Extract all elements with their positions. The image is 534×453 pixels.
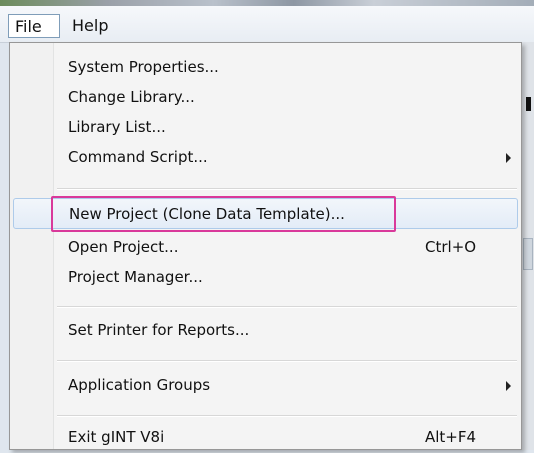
menu-item-label: Project Manager... — [68, 268, 203, 286]
menu-item-application-groups[interactable]: Application Groups — [13, 370, 518, 401]
menu-item-label: Change Library... — [68, 88, 195, 106]
menu-separator — [57, 306, 517, 308]
menu-separator — [57, 360, 517, 362]
menu-separator — [57, 188, 517, 190]
menu-item-shortcut: Alt+F4 — [425, 428, 477, 446]
menu-help[interactable]: Help — [66, 14, 114, 38]
background-control-fragment — [523, 238, 533, 270]
menu-item-label: Exit gINT V8i — [68, 428, 165, 446]
submenu-arrow-icon — [506, 381, 511, 391]
menu-item-exit[interactable]: Exit gINT V8i Alt+F4 — [13, 422, 518, 453]
menu-item-system-properties[interactable]: System Properties... — [13, 52, 518, 83]
submenu-arrow-icon — [506, 153, 511, 163]
menu-item-label: Command Script... — [68, 148, 208, 166]
menu-separator — [57, 415, 517, 417]
menu-item-set-printer[interactable]: Set Printer for Reports... — [13, 315, 518, 346]
menu-item-library-list[interactable]: Library List... — [13, 112, 518, 143]
menu-item-label: Library List... — [68, 118, 166, 136]
menu-item-label: Open Project... — [68, 238, 179, 256]
menu-item-label: Set Printer for Reports... — [68, 321, 250, 339]
menu-item-project-manager[interactable]: Project Manager... — [13, 262, 518, 293]
file-menu-dropdown: System Properties... Change Library... L… — [9, 42, 522, 450]
background-window-edge — [522, 42, 534, 450]
menu-item-shortcut: Ctrl+O — [425, 238, 477, 256]
menu-item-change-library[interactable]: Change Library... — [13, 82, 518, 113]
menu-item-label: Application Groups — [68, 376, 211, 394]
menu-item-label: New Project (Clone Data Template)... — [69, 205, 345, 223]
menu-item-open-project[interactable]: Open Project... Ctrl+O — [13, 232, 518, 263]
menu-item-new-project[interactable]: New Project (Clone Data Template)... — [13, 198, 518, 229]
background-text-fragment — [526, 97, 531, 111]
menu-bar: File Help — [0, 6, 534, 43]
menu-file[interactable]: File — [8, 14, 60, 38]
menu-item-command-script[interactable]: Command Script... — [13, 142, 518, 173]
menu-item-label: System Properties... — [68, 58, 219, 76]
